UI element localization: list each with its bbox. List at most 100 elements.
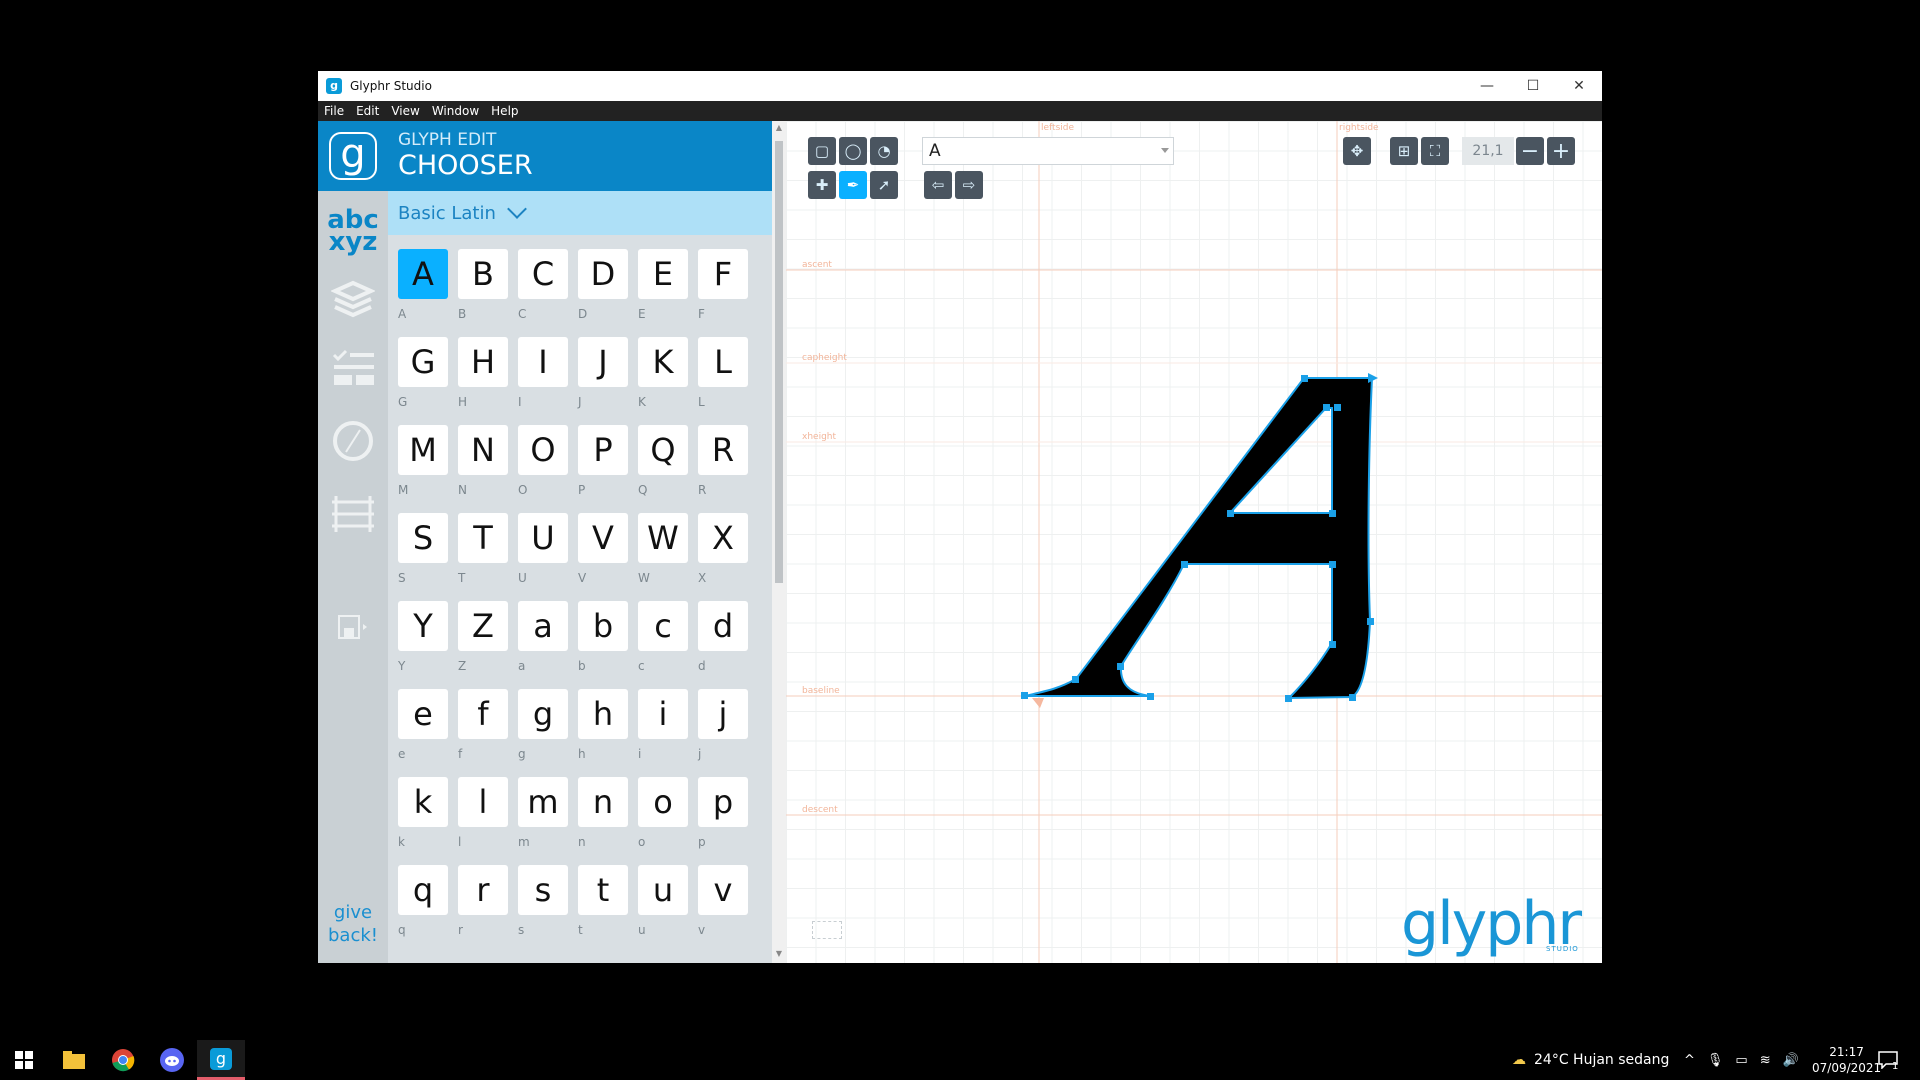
- guides-icon[interactable]: [318, 483, 388, 543]
- glyph-outline[interactable]: [786, 121, 1602, 963]
- glyph-cell-U[interactable]: UU: [518, 513, 570, 593]
- glyph-label: V: [578, 571, 587, 585]
- glyph-cell-V[interactable]: VV: [578, 513, 630, 593]
- glyph-cell-F[interactable]: FF: [698, 249, 750, 329]
- notifications-button[interactable]: 1: [1878, 1040, 1898, 1080]
- glyph-cell-b[interactable]: bb: [578, 601, 630, 681]
- glyph-cell-L[interactable]: LL: [698, 337, 750, 417]
- keyboard-shortcuts-icon[interactable]: [812, 921, 842, 939]
- battery-icon[interactable]: ▭: [1735, 1053, 1747, 1068]
- new-rectangle-tool[interactable]: ▢: [808, 137, 836, 165]
- new-oval-tool[interactable]: ◯: [839, 137, 867, 165]
- glyph-cell-P[interactable]: PP: [578, 425, 630, 505]
- menu-help[interactable]: Help: [491, 104, 518, 118]
- new-path-tool[interactable]: ◔: [870, 137, 898, 165]
- glyph-cell-k[interactable]: kk: [398, 777, 450, 857]
- glyph-cell-D[interactable]: DD: [578, 249, 630, 329]
- discord-icon[interactable]: [148, 1040, 196, 1080]
- pan-icon[interactable]: ✥: [1343, 137, 1371, 165]
- glyph-cell-c[interactable]: cc: [638, 601, 690, 681]
- weather-widget[interactable]: ☁ 24°C Hujan sedang: [1512, 1040, 1669, 1080]
- glyph-cell-Z[interactable]: ZZ: [458, 601, 510, 681]
- glyph-cell-A[interactable]: AA: [398, 249, 450, 329]
- glyph-cell-e[interactable]: ee: [398, 689, 450, 769]
- pointer-tool[interactable]: ➚: [870, 171, 898, 199]
- glyph-cell-t[interactable]: tt: [578, 865, 630, 945]
- glyph-cell-v[interactable]: vv: [698, 865, 750, 945]
- glyph-cell-N[interactable]: NN: [458, 425, 510, 505]
- save-icon[interactable]: [318, 597, 388, 657]
- add-point-tool[interactable]: ✚: [808, 171, 836, 199]
- glyph-cell-o[interactable]: oo: [638, 777, 690, 857]
- glyph-cell-O[interactable]: OO: [518, 425, 570, 505]
- layers-icon[interactable]: [318, 269, 388, 329]
- history-icon[interactable]: [318, 411, 388, 471]
- glyph-cell-K[interactable]: KK: [638, 337, 690, 417]
- glyph-cell-W[interactable]: WW: [638, 513, 690, 593]
- scroll-down-arrow[interactable]: ▼: [775, 949, 783, 959]
- scroll-thumb[interactable]: [775, 141, 783, 583]
- scroll-up-arrow[interactable]: ▲: [775, 123, 783, 133]
- glyph-cell-R[interactable]: RR: [698, 425, 750, 505]
- glyph-cell-n[interactable]: nn: [578, 777, 630, 857]
- glyph-cell-h[interactable]: hh: [578, 689, 630, 769]
- redo-arrow-icon[interactable]: ⇨: [955, 171, 983, 199]
- glyph-cell-j[interactable]: jj: [698, 689, 750, 769]
- edit-canvas[interactable]: leftside rightside ascent capheight xhei…: [786, 121, 1602, 963]
- glyph-cell-Y[interactable]: YY: [398, 601, 450, 681]
- fit-width-icon[interactable]: ⊞: [1390, 137, 1418, 165]
- microphone-icon[interactable]: 🎙: [1707, 1053, 1724, 1068]
- wifi-icon[interactable]: ≋: [1760, 1053, 1771, 1068]
- pen-tool[interactable]: ✒: [839, 171, 867, 199]
- zoom-in-button[interactable]: +: [1547, 137, 1575, 165]
- glyph-cell-d[interactable]: dd: [698, 601, 750, 681]
- clock[interactable]: 21:17 07/09/2021: [1812, 1040, 1881, 1080]
- file-explorer-icon[interactable]: [50, 1040, 98, 1080]
- glyph-cell-Q[interactable]: QQ: [638, 425, 690, 505]
- glyph-cell-S[interactable]: SS: [398, 513, 450, 593]
- glyph-cell-r[interactable]: rr: [458, 865, 510, 945]
- glyph-cell-f[interactable]: ff: [458, 689, 510, 769]
- panel-scrollbar[interactable]: ▲ ▼: [772, 121, 786, 963]
- range-dropdown[interactable]: Basic Latin: [388, 191, 772, 235]
- glyph-cell-C[interactable]: CC: [518, 249, 570, 329]
- glyphr-logo[interactable]: g: [318, 121, 388, 191]
- close-button[interactable]: ✕: [1556, 71, 1602, 101]
- glyph-cell-u[interactable]: uu: [638, 865, 690, 945]
- glyph-cell-q[interactable]: qq: [398, 865, 450, 945]
- menu-edit[interactable]: Edit: [356, 104, 379, 118]
- glyph-cell-G[interactable]: GG: [398, 337, 450, 417]
- glyphr-taskbar-icon[interactable]: g: [197, 1040, 245, 1080]
- fit-screen-icon[interactable]: ⛶: [1421, 137, 1449, 165]
- minimize-button[interactable]: —: [1464, 71, 1510, 101]
- glyph-cell-B[interactable]: BB: [458, 249, 510, 329]
- volume-icon[interactable]: 🔊: [1783, 1053, 1799, 1068]
- chrome-icon[interactable]: [99, 1040, 147, 1080]
- glyph-cell-i[interactable]: ii: [638, 689, 690, 769]
- give-back-link[interactable]: give back!: [318, 901, 388, 947]
- attributes-icon[interactable]: [318, 339, 388, 399]
- glyph-cell-I[interactable]: II: [518, 337, 570, 417]
- menu-view[interactable]: View: [391, 104, 419, 118]
- glyph-cell-p[interactable]: pp: [698, 777, 750, 857]
- glyph-cell-H[interactable]: HH: [458, 337, 510, 417]
- glyph-cell-s[interactable]: ss: [518, 865, 570, 945]
- maximize-button[interactable]: ☐: [1510, 71, 1556, 101]
- glyph-cell-T[interactable]: TT: [458, 513, 510, 593]
- glyph-cell-M[interactable]: MM: [398, 425, 450, 505]
- zoom-out-button[interactable]: −: [1516, 137, 1544, 165]
- glyph-cell-m[interactable]: mm: [518, 777, 570, 857]
- windows-start-icon[interactable]: [0, 1040, 48, 1080]
- glyph-cell-a[interactable]: aa: [518, 601, 570, 681]
- glyph-cell-E[interactable]: EE: [638, 249, 690, 329]
- glyph-cell-l[interactable]: ll: [458, 777, 510, 857]
- menu-file[interactable]: File: [324, 104, 344, 118]
- glyph-cell-g[interactable]: gg: [518, 689, 570, 769]
- menu-window[interactable]: Window: [432, 104, 479, 118]
- glyph-select[interactable]: A: [922, 137, 1174, 165]
- glyph-cell-J[interactable]: JJ: [578, 337, 630, 417]
- show-hidden-icons-chevron[interactable]: ^: [1684, 1053, 1695, 1068]
- chooser-nav-icon[interactable]: abc xyz: [318, 201, 388, 261]
- undo-arrow-icon[interactable]: ⇦: [924, 171, 952, 199]
- glyph-cell-X[interactable]: XX: [698, 513, 750, 593]
